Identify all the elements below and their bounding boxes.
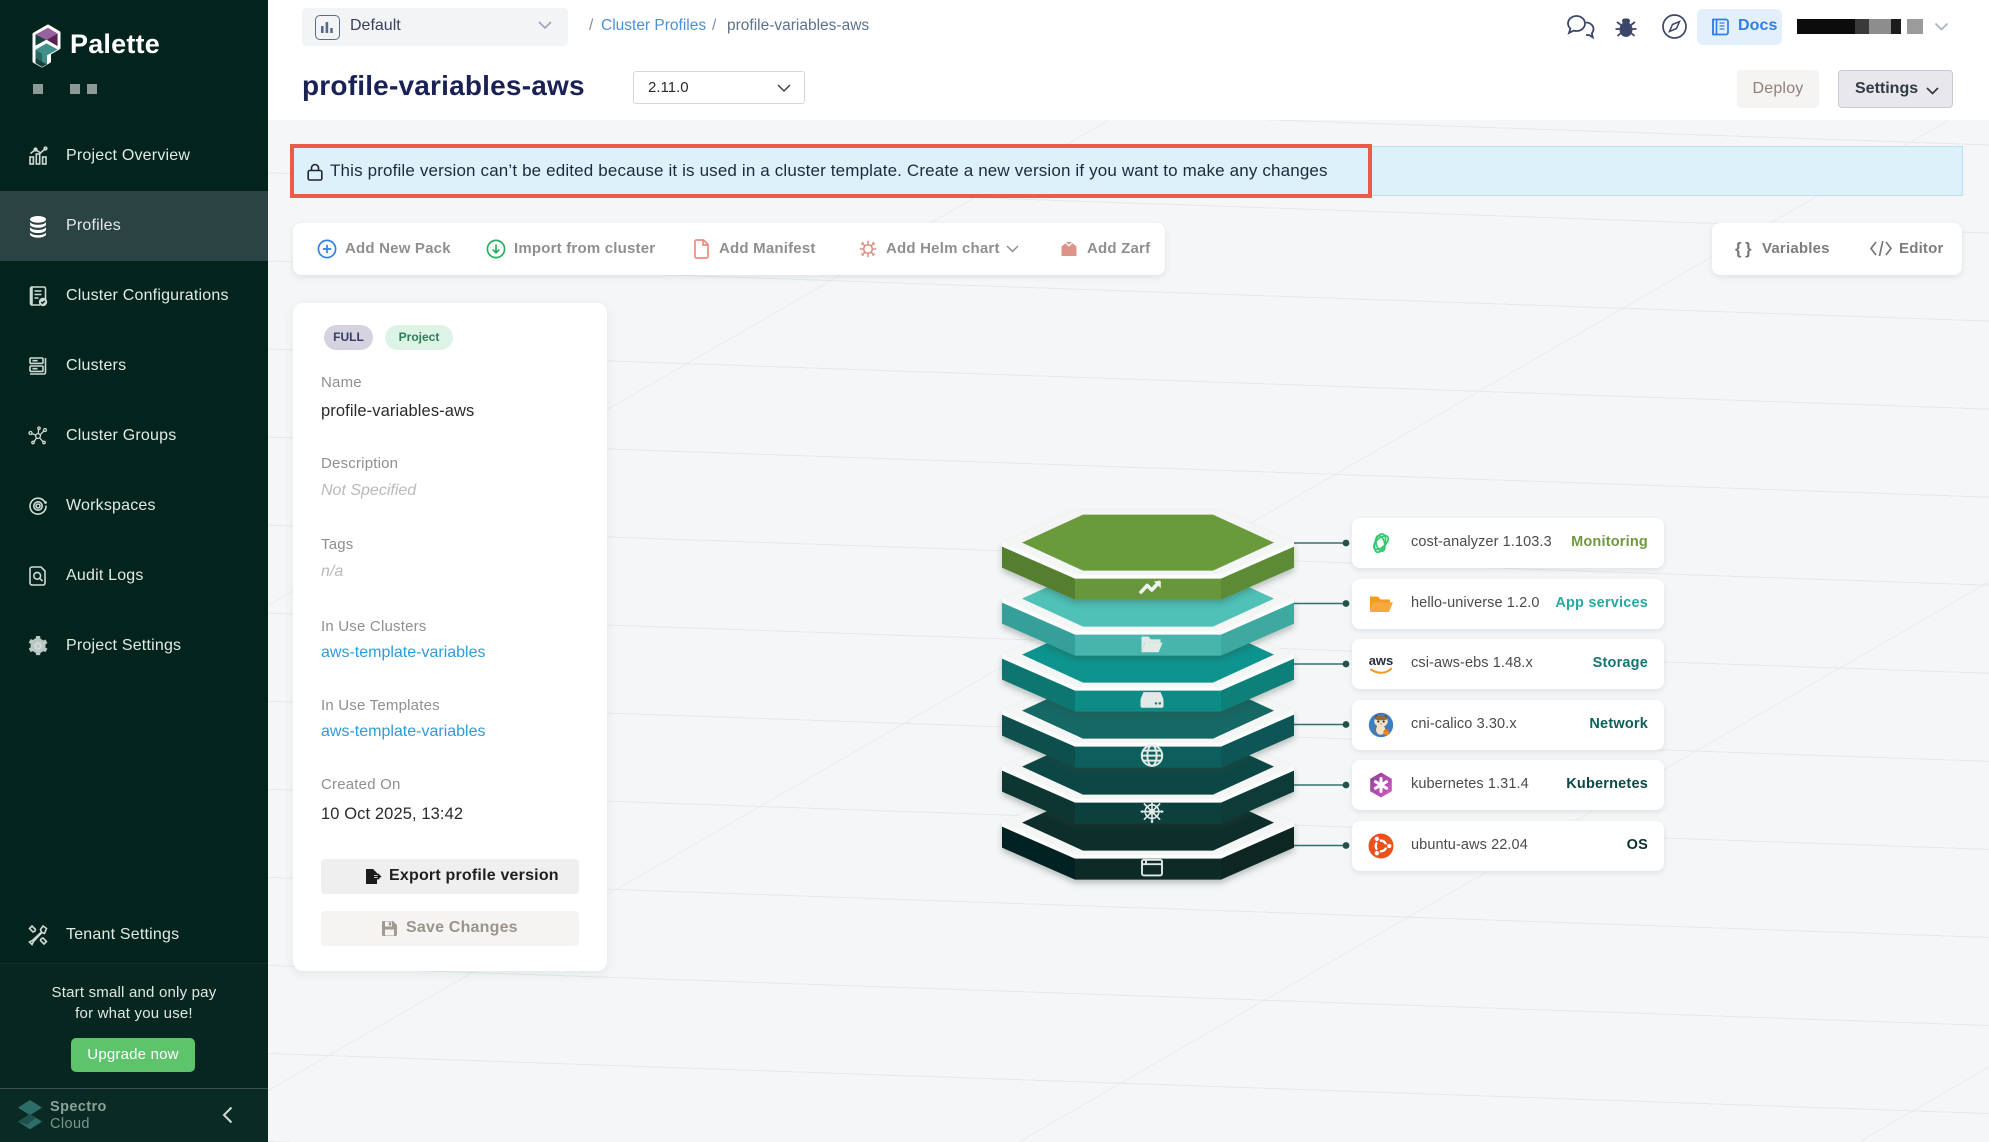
svg-text:aws: aws <box>1369 653 1394 668</box>
